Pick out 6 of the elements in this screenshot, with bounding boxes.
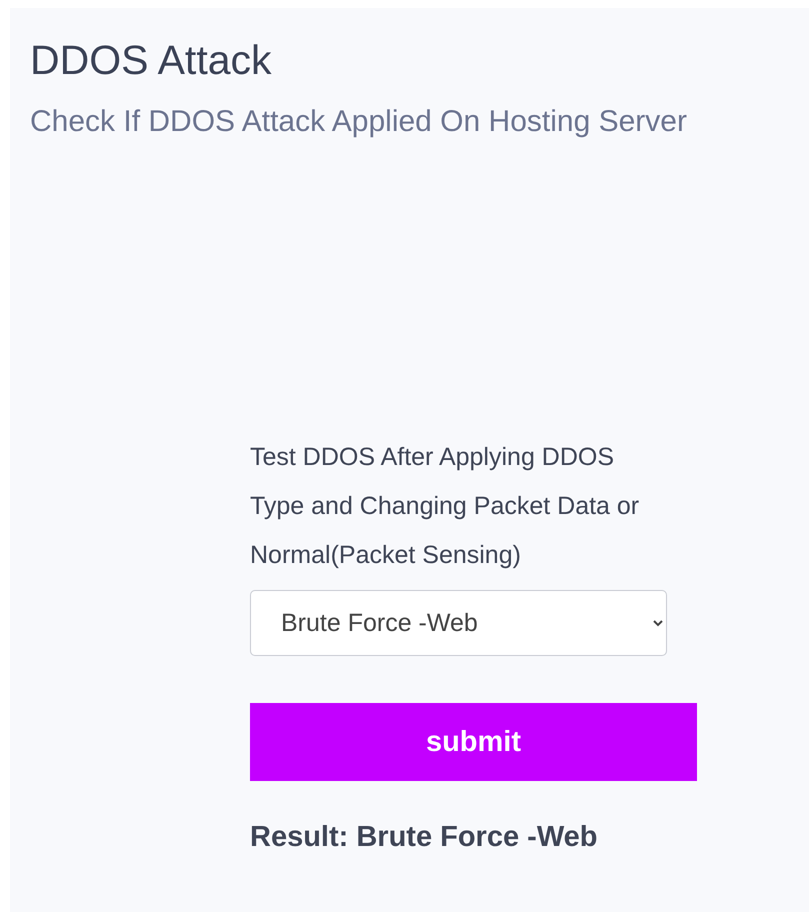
result-text: Result: Brute Force -Web bbox=[250, 821, 599, 854]
attack-type-dropdown[interactable]: Brute Force -Web bbox=[250, 590, 667, 656]
page-title: DDOS Attack bbox=[30, 38, 273, 82]
page-subtitle: Check If DDOS Attack Applied On Hosting Server bbox=[30, 104, 688, 140]
submit-button[interactable]: submit bbox=[250, 703, 697, 781]
form-label: Test DDOS After Applying DDOS Type and Changing Packet Data or Normal(Packet Sensing) bbox=[250, 442, 640, 571]
